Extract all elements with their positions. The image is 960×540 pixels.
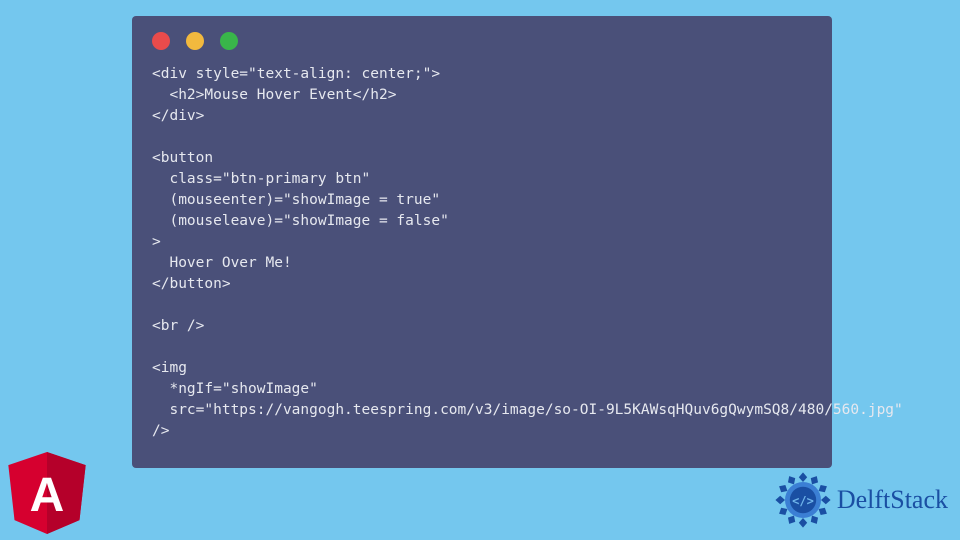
code-window: <div style="text-align: center;"> <h2>Mo… [132, 16, 832, 468]
code-snippet: <div style="text-align: center;"> <h2>Mo… [132, 58, 832, 456]
svg-text:</>: </> [792, 494, 814, 508]
delftstack-branding: </> DelftStack [773, 470, 948, 530]
window-controls [132, 16, 832, 58]
delftstack-label: DelftStack [837, 485, 948, 515]
close-icon [152, 32, 170, 50]
angular-letter: A [30, 469, 65, 522]
minimize-icon [186, 32, 204, 50]
maximize-icon [220, 32, 238, 50]
delftstack-badge-icon: </> [773, 470, 833, 530]
angular-logo-icon: A [8, 452, 86, 534]
